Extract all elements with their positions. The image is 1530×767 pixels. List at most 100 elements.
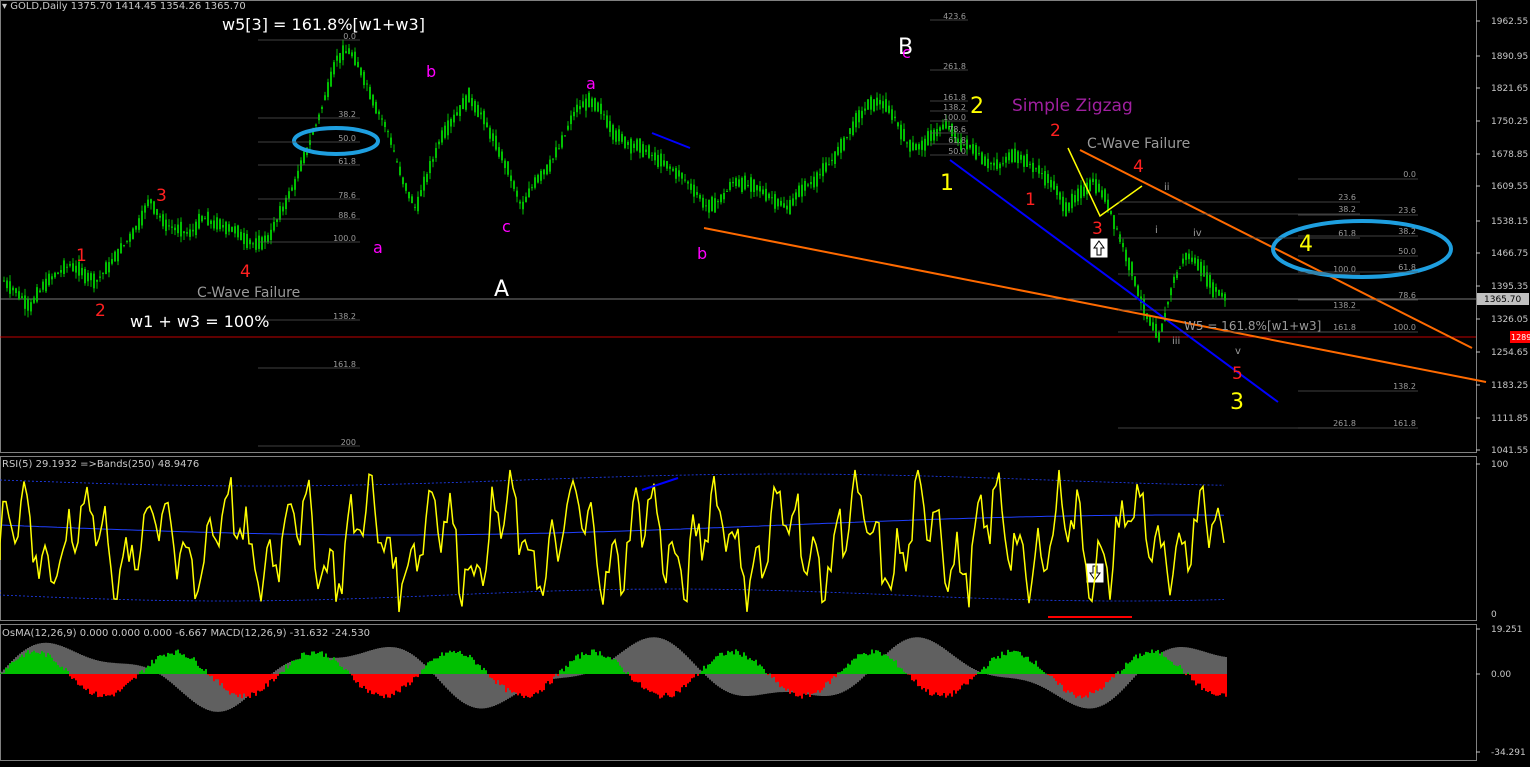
candle-body (159, 215, 161, 218)
fib-level-label: 50.0 (948, 147, 966, 156)
candle-body (129, 233, 131, 242)
candle-body (285, 197, 287, 210)
candle-body (267, 235, 269, 242)
candle-body (714, 198, 716, 213)
candle-body (480, 112, 482, 115)
candle-body (141, 210, 143, 226)
candle-body (645, 149, 647, 152)
candle-body (300, 160, 302, 172)
candle-body (1203, 265, 1205, 277)
fib-level-label: 261.8 (943, 62, 966, 71)
candle-body (768, 193, 770, 199)
candle-body (1107, 199, 1109, 210)
candle-body (528, 188, 530, 198)
candle-body (147, 199, 149, 207)
fib-level-label: 23.6 (1398, 206, 1416, 215)
candle-body (627, 141, 629, 145)
candle-body (456, 112, 458, 116)
fib-level-label: 138.2 (1393, 382, 1416, 391)
wave-label-red_1a: 1 (76, 246, 87, 266)
candle-body (111, 258, 113, 264)
candle-body (924, 138, 926, 151)
candle-body (810, 181, 812, 185)
candle-body (855, 113, 857, 128)
rsi-blue-line (641, 477, 679, 491)
candle-body (504, 160, 506, 169)
candle-body (981, 152, 983, 165)
candle-body (444, 125, 446, 138)
candle-body (1059, 192, 1061, 200)
candle-body (522, 201, 524, 210)
candle-body (1014, 148, 1016, 163)
wave-label-mag_a2: a (586, 74, 596, 93)
candle-body (612, 124, 614, 140)
candle-body (744, 175, 746, 190)
price-tick-label: 1678.85 (1491, 150, 1528, 160)
candle-body (840, 138, 842, 153)
candle-body (42, 281, 44, 290)
c-wave-failure-label-right: C-Wave Failure (1087, 136, 1190, 152)
candle-body (288, 191, 290, 199)
candle-body (915, 144, 917, 151)
price-tick-label: 1254.65 (1491, 348, 1528, 358)
candle-body (249, 239, 251, 245)
candle-body (795, 192, 797, 200)
wave-label-mag_c2: c (902, 43, 911, 62)
fib-level-label: 38.2 (338, 110, 356, 119)
candle-body (84, 269, 86, 284)
candle-body (747, 185, 749, 187)
candle-body (1029, 163, 1031, 165)
candle-body (252, 243, 254, 245)
candle-body (447, 120, 449, 136)
candle-body (519, 201, 521, 204)
wave-label-yel_1: 1 (940, 171, 954, 196)
candle-body (15, 288, 17, 293)
candle-body (588, 92, 590, 108)
candle-body (507, 161, 509, 175)
candle-body (789, 199, 791, 215)
fib-level-label: 161.8 (1333, 323, 1356, 332)
macd-tick-label-0: 19.251 (1491, 625, 1523, 635)
candle-body (495, 135, 497, 150)
price-tick-label: 1750.25 (1491, 117, 1528, 127)
candle-body (1020, 154, 1022, 160)
candle-body (1173, 276, 1175, 283)
candle-body (1104, 189, 1106, 202)
wave-label-small_v: v (1235, 346, 1241, 357)
candle-body (828, 164, 830, 166)
candle-body (234, 226, 236, 234)
candle-body (606, 115, 608, 128)
candle-body (339, 52, 341, 63)
candle-body (1035, 168, 1037, 170)
candle-body (120, 243, 122, 254)
candle-body (51, 276, 53, 280)
candle-body (222, 225, 224, 228)
fib-level-label: 100.0 (1393, 323, 1416, 332)
candle-body (555, 147, 557, 158)
candle-body (1008, 152, 1010, 161)
candle-body (87, 272, 89, 282)
candle-body (24, 295, 26, 309)
candle-body (195, 221, 197, 236)
candle-body (363, 71, 365, 86)
candle-body (261, 237, 263, 250)
candle-body (903, 128, 905, 142)
candle-body (654, 152, 656, 161)
candle-body (408, 191, 410, 199)
candle-body (216, 217, 218, 230)
candle-body (1206, 272, 1208, 287)
candle-body (750, 177, 752, 192)
candle-body (831, 159, 833, 162)
candle-body (435, 148, 437, 158)
candle-body (498, 147, 500, 157)
candle-body (123, 245, 125, 247)
candle-body (792, 198, 794, 206)
candle-body (450, 118, 452, 127)
candle-body (105, 262, 107, 275)
candle-body (597, 102, 599, 112)
macd-histogram-group (0, 637, 1227, 712)
candle-body (639, 138, 641, 153)
candle-body (210, 220, 212, 224)
candle-body (423, 176, 425, 191)
candle-body (1137, 285, 1139, 296)
